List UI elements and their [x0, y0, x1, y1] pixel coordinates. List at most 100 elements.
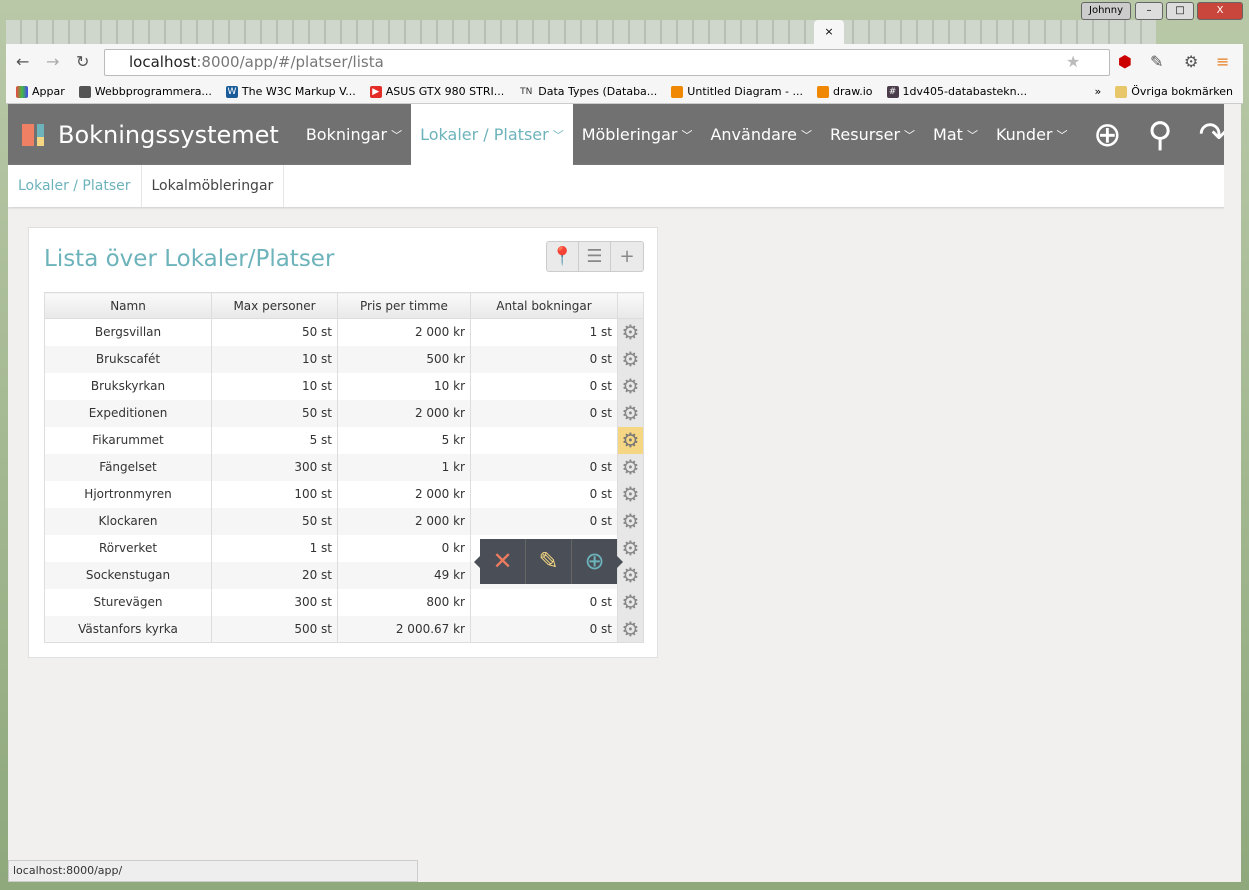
table-cell: 0 st — [470, 399, 618, 427]
table-cell: Expeditionen — [44, 399, 212, 427]
eyedropper-icon[interactable]: ✎ — [1150, 52, 1163, 71]
edit-pencil-icon[interactable]: ✎ — [526, 539, 572, 584]
table-cell: Fikarummet — [44, 426, 212, 454]
column-header[interactable]: Namn — [44, 292, 212, 319]
menu-kunder[interactable]: Kunder ﹀ — [987, 104, 1077, 165]
add-button[interactable]: + — [611, 242, 643, 271]
settings-icon[interactable]: ⚙ — [1184, 52, 1198, 71]
table-cell: 20 st — [211, 561, 338, 589]
close-window-button[interactable]: X — [1197, 2, 1243, 20]
tab-strip[interactable] — [6, 20, 1156, 44]
add-circle-icon[interactable]: ⊕ — [1093, 115, 1122, 155]
search-icon[interactable]: ⚲ — [1148, 115, 1173, 155]
list-card: Lista över Lokaler/Platser 📍 ☰ + Namn Ma… — [28, 227, 658, 658]
subnav-lokaler[interactable]: Lokaler / Platser — [8, 165, 142, 207]
table-cell: 10 st — [211, 372, 338, 400]
star-icon[interactable]: ★ — [1066, 52, 1080, 71]
bookmark[interactable]: ▶ ASUS GTX 980 STRI... — [369, 85, 504, 98]
table-row[interactable]: Fängelset 300 st 1 kr 0 st ⚙ — [44, 453, 644, 481]
menu-anvandare[interactable]: Användare ﹀ — [701, 104, 821, 165]
gear-icon[interactable]: ⚙ — [617, 453, 644, 481]
menu-icon[interactable]: ≡ — [1216, 52, 1229, 71]
menu-resurser[interactable]: Resurser ﹀ — [821, 104, 924, 165]
zoom-in-icon[interactable]: ⊕ — [572, 539, 617, 584]
back-icon[interactable]: ← — [16, 52, 29, 71]
scrollbar[interactable] — [1224, 104, 1241, 882]
places-table: Namn Max personer Pris per timme Antal b… — [44, 292, 644, 643]
gear-icon[interactable]: ⚙ — [617, 399, 644, 427]
app-logo[interactable]: Bokningssystemet — [22, 121, 279, 149]
bookmarks-bar: Appar Webbprogrammera... W The W3C Markup… — [6, 80, 1243, 104]
gear-icon[interactable]: ⚙ — [617, 426, 644, 454]
bookmark[interactable]: W The W3C Markup V... — [225, 85, 356, 98]
table-row[interactable]: Brukscafét 10 st 500 kr 0 st ⚙ — [44, 345, 644, 373]
close-tab-icon[interactable]: × — [824, 25, 833, 38]
drawio-icon — [671, 85, 684, 98]
menu-lokaler[interactable]: Lokaler / Platser ﹀ — [411, 104, 573, 165]
maximize-button[interactable]: □ — [1166, 2, 1194, 20]
gear-icon[interactable]: ⚙ — [617, 588, 644, 616]
menu-mat[interactable]: Mat ﹀ — [924, 104, 987, 165]
chevron-down-icon: ﹀ — [681, 128, 693, 142]
other-bookmarks[interactable]: Övriga bokmärken — [1115, 85, 1233, 98]
table-cell — [470, 426, 618, 454]
table-row[interactable]: Bergsvillan 50 st 2 000 kr 1 st ⚙ — [44, 318, 644, 346]
gear-icon[interactable]: ⚙ — [617, 372, 644, 400]
table-row[interactable]: Sturevägen 300 st 800 kr 0 st ⚙ — [44, 588, 644, 616]
column-header[interactable]: Antal bokningar — [470, 292, 618, 319]
table-cell: 2 000 kr — [337, 399, 471, 427]
bookmark[interactable]: Untitled Diagram - ... — [671, 85, 803, 98]
column-header[interactable]: Pris per timme — [337, 292, 471, 319]
table-cell: Fängelset — [44, 453, 212, 481]
gear-icon[interactable]: ⚙ — [617, 615, 644, 643]
table-row[interactable]: Klockaren 50 st 2 000 kr 0 st ⚙ — [44, 507, 644, 535]
tree-icon — [78, 85, 91, 98]
top-navigation: Bokningssystemet Bokningar ﹀ Lokaler / Pl… — [8, 104, 1241, 165]
minimize-button[interactable]: – — [1135, 2, 1163, 20]
logo-icon — [22, 123, 34, 146]
forward-icon[interactable]: → — [46, 52, 59, 71]
table-row[interactable]: Fikarummet 5 st 5 kr ⚙ — [44, 426, 644, 454]
gear-icon[interactable]: ⚙ — [617, 318, 644, 346]
bookmark[interactable]: #1dv405-databastekn... — [886, 85, 1027, 98]
share-arrow-icon[interactable]: ↷ — [1199, 115, 1228, 155]
gear-icon[interactable]: ⚙ — [617, 507, 644, 535]
column-header-actions — [617, 292, 644, 319]
column-header[interactable]: Max personer — [211, 292, 338, 319]
table-cell: Brukscafét — [44, 345, 212, 373]
adblock-icon[interactable]: ⬢ — [1118, 52, 1132, 71]
chevron-down-icon: ﹀ — [1056, 128, 1068, 142]
table-row[interactable]: Hjortronmyren 100 st 2 000 kr 0 st ⚙ — [44, 480, 644, 508]
table-cell: 500 kr — [337, 345, 471, 373]
chevron-down-icon: ﹀ — [904, 128, 916, 142]
bookmark[interactable]: Webbprogrammera... — [78, 85, 212, 98]
more-bookmarks-button[interactable]: » — [1095, 85, 1102, 98]
menu-bokningar[interactable]: Bokningar ﹀ — [297, 104, 411, 165]
menu-mobleringar[interactable]: Möbleringar ﹀ — [573, 104, 702, 165]
table-cell: 0 st — [470, 345, 618, 373]
table-cell: Rörverket — [44, 534, 212, 562]
table-row[interactable]: Brukskyrkan 10 st 10 kr 0 st ⚙ — [44, 372, 644, 400]
map-marker-button[interactable]: 📍 — [547, 242, 579, 271]
subnav-lokalmobleringar[interactable]: Lokalmöbleringar — [142, 165, 285, 207]
view-button-group: 📍 ☰ + — [546, 241, 644, 272]
bookmark[interactable]: TN Data Types (Databa... — [518, 85, 657, 98]
table-cell: 49 kr — [337, 561, 471, 589]
table-cell: 300 st — [211, 453, 338, 481]
delete-icon[interactable]: ✕ — [480, 539, 526, 584]
profile-button[interactable]: Johnny — [1081, 2, 1131, 20]
list-view-button[interactable]: ☰ — [579, 242, 611, 271]
gear-icon[interactable]: ⚙ — [617, 345, 644, 373]
gear-icon[interactable]: ⚙ — [617, 480, 644, 508]
table-row[interactable]: Expeditionen 50 st 2 000 kr 0 st ⚙ — [44, 399, 644, 427]
sub-navigation: Lokaler / Platser Lokalmöbleringar — [8, 165, 1241, 207]
bookmark[interactable]: Appar — [16, 85, 65, 98]
table-cell: 2 000 kr — [337, 318, 471, 346]
table-row[interactable]: Västanfors kyrka 500 st 2 000.67 kr 0 st ⚙ — [44, 615, 644, 643]
active-tab[interactable]: × — [814, 20, 844, 44]
address-bar[interactable]: localhost:8000/app/#/platser/lista — [104, 49, 1110, 76]
bookmark[interactable]: draw.io — [817, 85, 873, 98]
table-cell: 5 kr — [337, 426, 471, 454]
status-bar: localhost:8000/app/ — [8, 860, 418, 882]
reload-icon[interactable]: ↻ — [76, 52, 89, 71]
